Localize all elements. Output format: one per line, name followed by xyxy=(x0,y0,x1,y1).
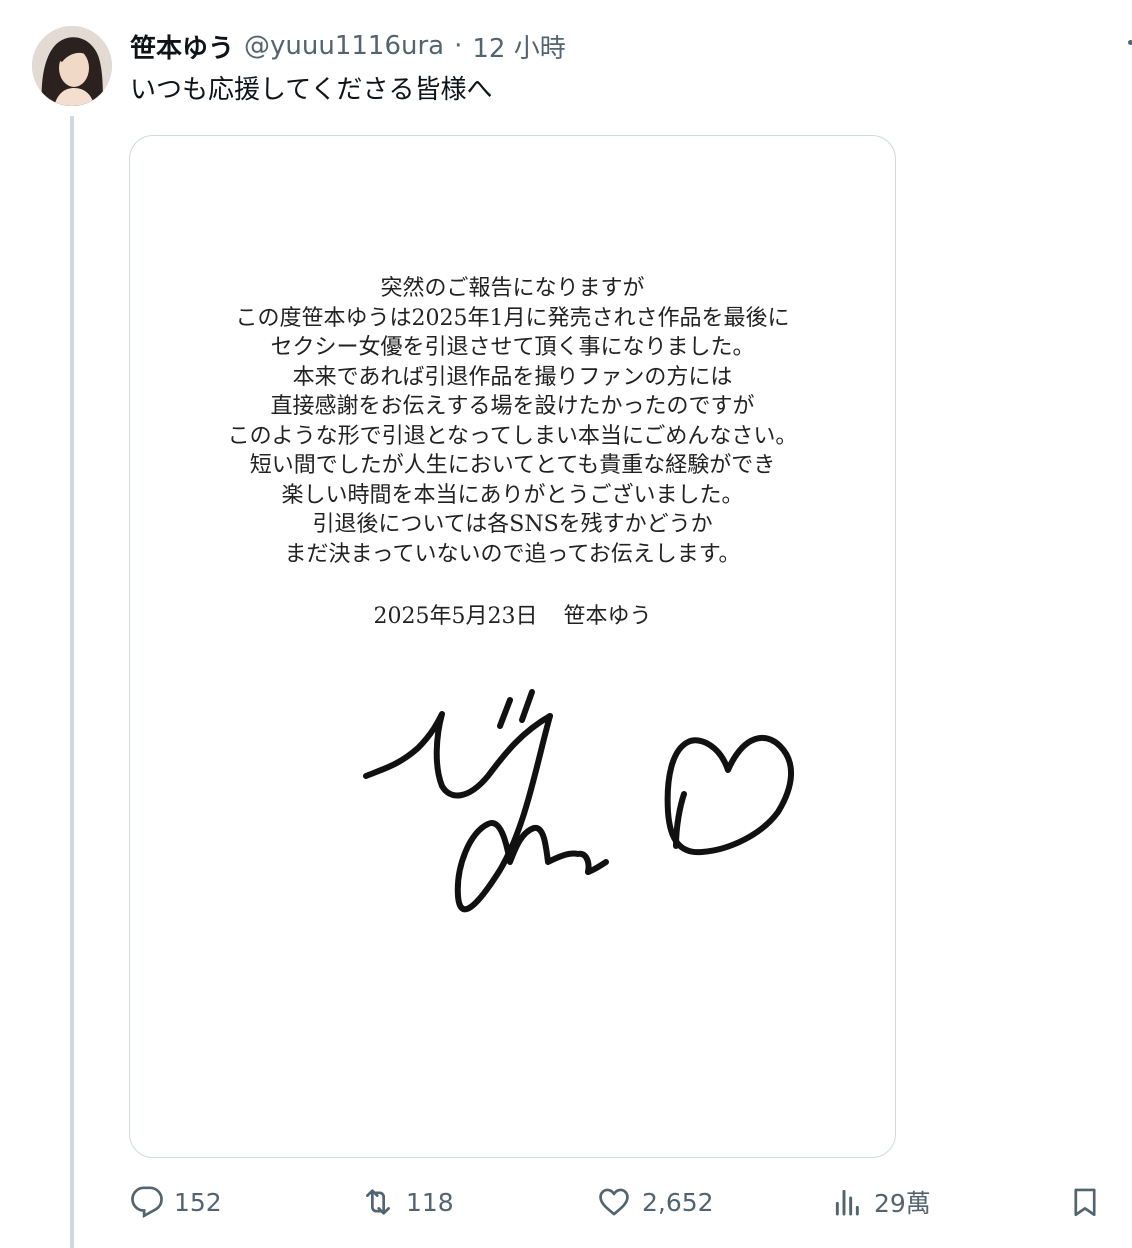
author-handle[interactable]: @yuuu1116ura xyxy=(244,31,444,61)
letter-line: 楽しい時間を本当にありがとうございました。 xyxy=(281,482,744,508)
thread-line xyxy=(70,116,74,1248)
letter-date: 2025年5月23日 xyxy=(373,604,538,629)
views-count: 29萬 xyxy=(874,1189,931,1218)
reply-icon xyxy=(131,1186,163,1219)
tweet-media-image[interactable]: 突然のご報告になりますが この度笹本ゆうは2025年1月に発売されさ作品を最後に… xyxy=(129,135,896,1158)
tweet-timestamp[interactable]: 12 小時 xyxy=(472,28,565,65)
letter-line: 直接感謝をお伝えする場を設けたかったのですが xyxy=(270,394,755,419)
bookmark-button[interactable] xyxy=(1068,1180,1102,1224)
letter-body: 突然のご報告になりますが この度笹本ゆうは2025年1月に発売されさ作品を最後に… xyxy=(130,274,895,569)
letter-line: このような形で引退となってしまい本当にごめんなさい。 xyxy=(227,423,798,449)
letter-line: 引退後については各SNSを残すかどうか xyxy=(312,512,713,537)
letter-line: 突然のご報告になりますが xyxy=(380,276,645,301)
letter-line: セクシー女優を引退させて頂く事になりました。 xyxy=(270,335,755,360)
handwritten-signature xyxy=(363,689,795,913)
letter-line: 本来であれば引退作品を撮りファンの方には xyxy=(292,364,733,390)
bookmark-icon xyxy=(1074,1188,1096,1217)
letter-line: まだ決まっていないので追ってお伝えします。 xyxy=(284,541,741,567)
like-button[interactable]: 2,652 xyxy=(596,1180,714,1224)
heart-icon xyxy=(599,1188,629,1216)
retweet-icon xyxy=(366,1189,390,1215)
tweet-action-bar: 152 118 2,652 29萬 xyxy=(0,1180,1132,1224)
letter-line: 短い間でしたが人生においてとても貴重な経験ができ xyxy=(249,453,776,478)
letter-signed-name: 笹本ゆう xyxy=(563,604,652,629)
tweet-header: 笹本ゆう @yuuu1116ura · 12 小時 xyxy=(130,28,566,64)
separator-dot: · xyxy=(454,31,463,61)
letter-line: この度笹本ゆうは2025年1月に発売されさ作品を最後に xyxy=(235,305,790,331)
retweet-button[interactable]: 118 xyxy=(360,1180,454,1224)
like-count: 2,652 xyxy=(642,1187,714,1217)
reply-button[interactable]: 152 xyxy=(130,1180,222,1224)
reply-count: 152 xyxy=(174,1187,222,1217)
more-icon[interactable] xyxy=(1118,40,1132,54)
views-button[interactable]: 29萬 xyxy=(832,1180,931,1224)
views-icon xyxy=(835,1189,859,1216)
letter-signoff: 2025年5月23日 笹本ゆう xyxy=(130,598,895,630)
retweet-count: 118 xyxy=(406,1187,454,1217)
author-display-name[interactable]: 笹本ゆう xyxy=(130,28,234,65)
avatar-photo xyxy=(32,26,112,106)
avatar[interactable] xyxy=(32,26,112,106)
tweet-text: いつも応援してくださる皆様へ xyxy=(130,75,493,105)
